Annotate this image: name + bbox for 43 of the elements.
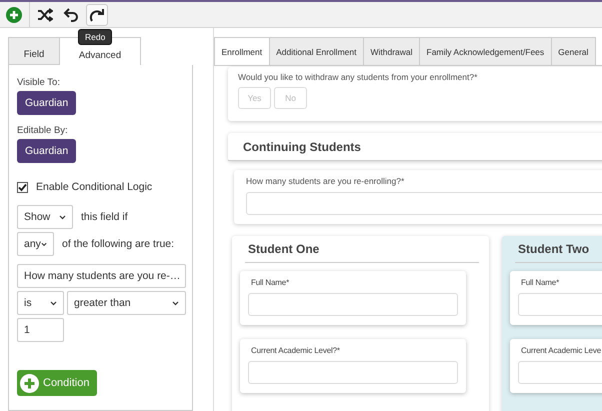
field-label: Current Academic Level?* <box>250 346 341 355</box>
field-select[interactable]: How many students are you re-… <box>17 264 186 288</box>
section-title: Continuing Students <box>242 139 362 156</box>
comparison-select[interactable]: greater than <box>67 291 186 315</box>
input-field[interactable] <box>248 361 458 384</box>
condition-text: of the following are true: <box>62 238 174 250</box>
operator-select[interactable]: is <box>17 291 64 315</box>
condition-text: this field if <box>81 211 128 223</box>
tab[interactable]: Withdrawal <box>362 37 420 65</box>
action-select[interactable]: Show <box>17 205 73 229</box>
role-button[interactable]: Guardian <box>17 139 76 163</box>
role-button[interactable]: Guardian <box>17 91 76 115</box>
question-label: Would you like to withdraw any students from your enrollment?* <box>238 72 478 82</box>
checkbox-label: Enable Conditional Logic <box>36 181 152 193</box>
checkbox[interactable] <box>17 182 28 192</box>
match-select[interactable]: any <box>17 232 54 256</box>
plus-icon <box>20 374 39 392</box>
tab[interactable]: Enrollment <box>214 37 270 65</box>
tab[interactable]: Field <box>8 37 60 65</box>
caret-icon <box>59 214 66 220</box>
field-label: Full Name* <box>520 278 560 287</box>
input-field[interactable] <box>248 293 458 316</box>
redo-icon <box>89 6 105 22</box>
redo-button[interactable] <box>86 4 108 26</box>
input-field[interactable] <box>246 192 602 215</box>
value-field[interactable]: 1 <box>17 318 64 342</box>
caret-icon <box>172 300 179 306</box>
student-title: Student Two <box>517 241 590 258</box>
caret-icon <box>50 300 57 306</box>
tooltip: Redo <box>78 29 112 45</box>
question-label: How many students are you re-enrolling?* <box>246 176 406 186</box>
tab[interactable]: General <box>550 37 596 65</box>
field-label: Full Name* <box>250 278 290 287</box>
add-icon <box>6 6 22 22</box>
field-label: Editable By: <box>17 125 68 136</box>
field-label: Current Academic Leve <box>520 346 602 355</box>
undo-icon <box>63 6 79 22</box>
shuffle-icon <box>37 8 53 22</box>
tab[interactable]: Additional Enrollment <box>268 37 364 65</box>
student-title: Student One <box>247 241 320 258</box>
tab[interactable]: Family Acknowledgement/Fees <box>419 37 552 65</box>
caret-icon <box>40 242 47 246</box>
field-label: Visible To: <box>17 77 60 88</box>
